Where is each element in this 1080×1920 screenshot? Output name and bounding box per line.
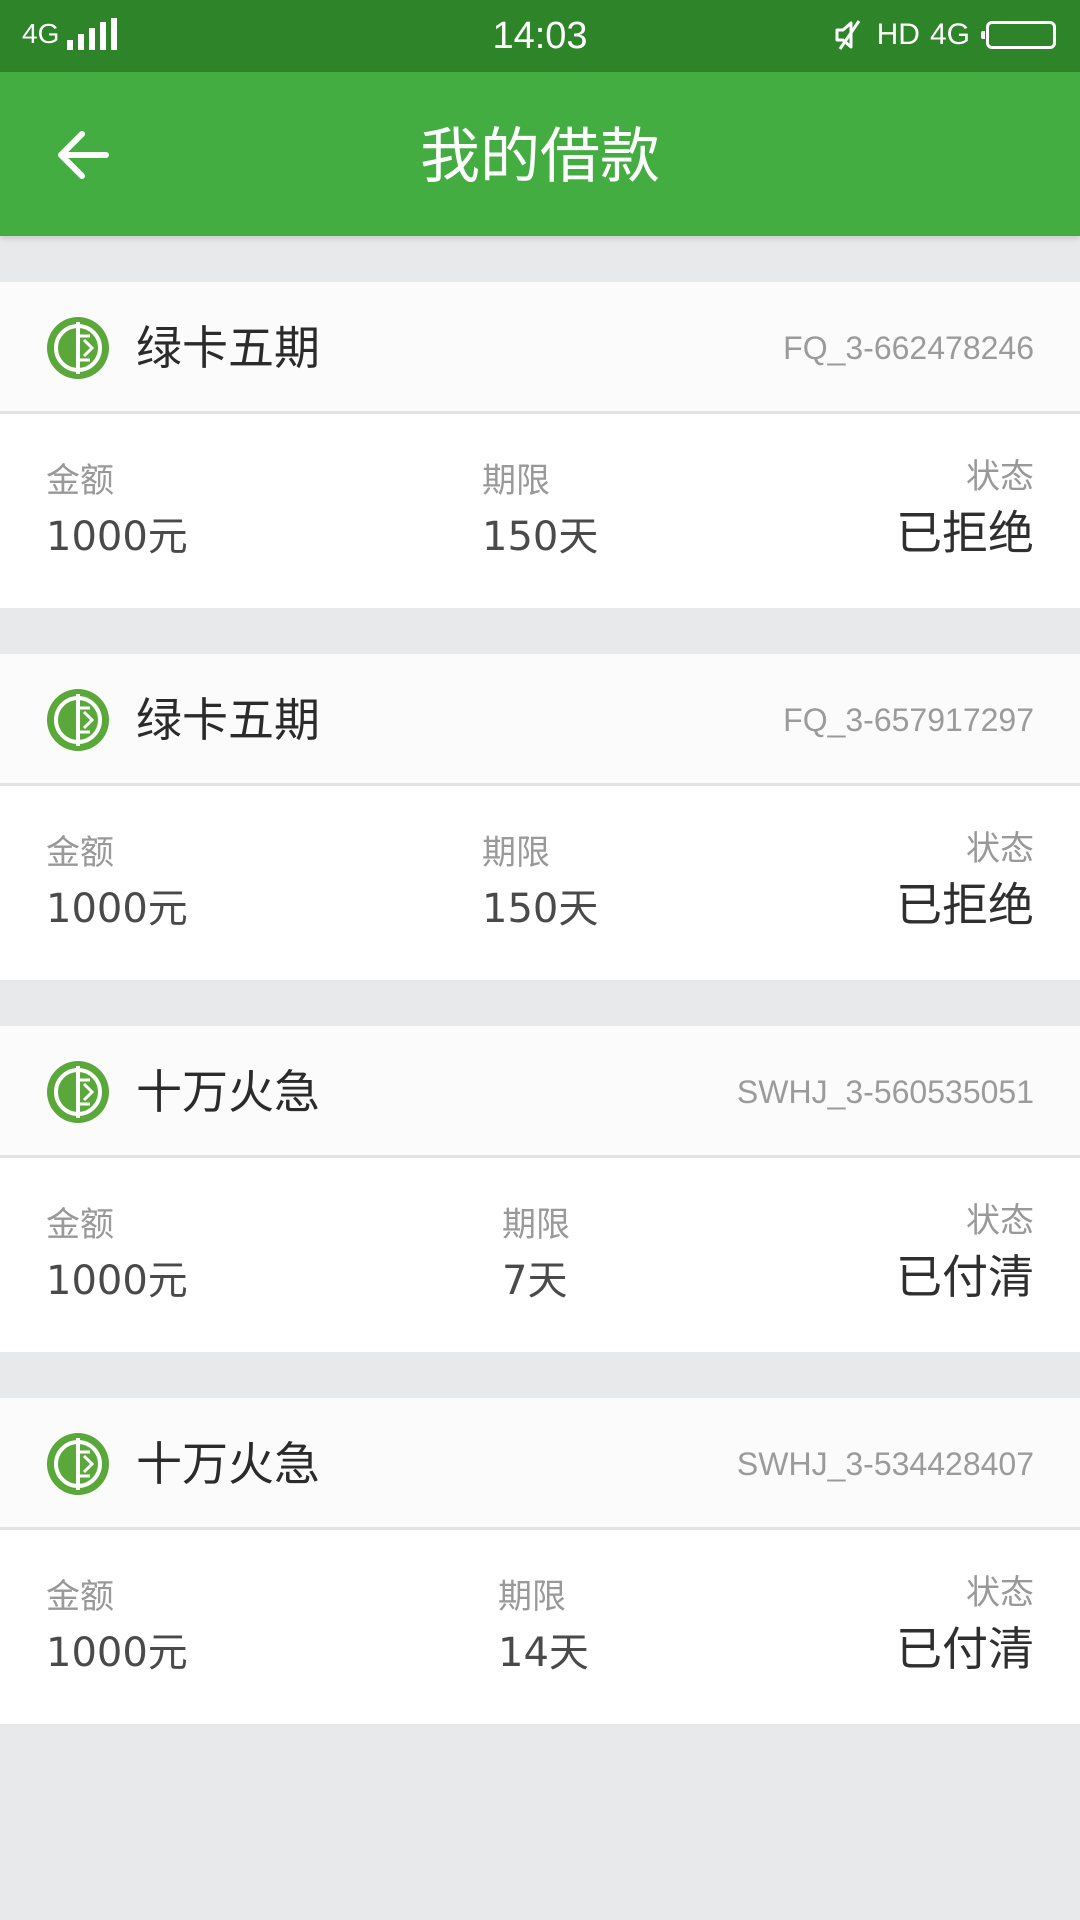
term-label: 期限 xyxy=(482,461,550,501)
product-logo-icon xyxy=(44,1430,112,1498)
term-field: 期限 7天 xyxy=(502,1202,570,1310)
app-bar: 我的借款 xyxy=(0,72,1080,236)
status-field: 状态 已拒绝 xyxy=(896,826,1034,936)
product-name: 十万火急 xyxy=(136,1437,320,1491)
term-field: 期限 14天 xyxy=(498,1574,589,1682)
term-label: 期限 xyxy=(502,1205,570,1245)
loan-list: 绿卡五期 FQ_3-662478246 金额 1000元 期限 150天 状态 … xyxy=(0,282,1080,1770)
loan-card-body: 金额 1000元 期限 7天 状态 已付清 xyxy=(0,1158,1080,1352)
product-name: 十万火急 xyxy=(136,1065,320,1119)
mobile-data-indicator: 4G xyxy=(929,18,970,51)
amount-label: 金额 xyxy=(46,833,114,873)
status-right: HD 4G xyxy=(833,16,1056,54)
order-id: FQ_3-662478246 xyxy=(783,330,1034,366)
status-field: 状态 已拒绝 xyxy=(896,454,1034,564)
loan-card-body: 金额 1000元 期限 150天 状态 已拒绝 xyxy=(0,414,1080,608)
loan-card-header: 绿卡五期 FQ_3-657917297 xyxy=(0,654,1080,786)
status-field: 状态 已付清 xyxy=(896,1198,1034,1308)
amount-value: 1000元 xyxy=(46,886,188,932)
loan-card[interactable]: 十万火急 SWHJ_3-560535051 金额 1000元 期限 7天 状态 … xyxy=(0,1026,1080,1352)
loan-card-header: 十万火急 SWHJ_3-534428407 xyxy=(0,1398,1080,1530)
mute-icon xyxy=(833,18,867,52)
amount-field: 金额 1000元 xyxy=(46,458,188,566)
amount-label: 金额 xyxy=(46,1205,114,1245)
amount-label: 金额 xyxy=(46,1577,114,1617)
term-label: 期限 xyxy=(482,833,550,873)
status-value: 已付清 xyxy=(896,1250,1034,1304)
product-logo-icon xyxy=(44,686,112,754)
term-field: 期限 150天 xyxy=(482,458,598,566)
product-logo-icon xyxy=(44,314,112,382)
amount-field: 金额 1000元 xyxy=(46,1574,188,1682)
status-label: 状态 xyxy=(966,1573,1034,1613)
amount-label: 金额 xyxy=(46,461,114,501)
term-value: 7天 xyxy=(502,1258,568,1304)
term-field: 期限 150天 xyxy=(482,830,598,938)
term-value: 150天 xyxy=(482,514,599,560)
status-label: 状态 xyxy=(966,457,1034,497)
amount-field: 金额 1000元 xyxy=(46,830,188,938)
order-id: SWHJ_3-560535051 xyxy=(736,1074,1034,1110)
status-label: 状态 xyxy=(966,1201,1034,1241)
status-value: 已拒绝 xyxy=(896,506,1034,560)
status-value: 已拒绝 xyxy=(896,878,1034,932)
amount-value: 1000元 xyxy=(46,1258,188,1304)
status-bar: 4G 14:03 HD 4G xyxy=(0,0,1080,72)
status-value: 已付清 xyxy=(896,1622,1034,1676)
loan-card-header: 绿卡五期 FQ_3-662478246 xyxy=(0,282,1080,414)
amount-field: 金额 1000元 xyxy=(46,1202,188,1310)
product-logo-icon xyxy=(44,1058,112,1126)
term-value: 150天 xyxy=(482,886,599,932)
status-field: 状态 已付清 xyxy=(896,1570,1034,1680)
loan-card[interactable]: 绿卡五期 FQ_3-657917297 金额 1000元 期限 150天 状态 … xyxy=(0,654,1080,980)
loan-card-header: 十万火急 SWHJ_3-560535051 xyxy=(0,1026,1080,1158)
amount-value: 1000元 xyxy=(46,514,188,560)
amount-value: 1000元 xyxy=(46,1630,188,1676)
status-label: 状态 xyxy=(966,829,1034,869)
page-title: 我的借款 xyxy=(420,122,660,192)
order-id: FQ_3-657917297 xyxy=(783,702,1034,738)
product-name: 绿卡五期 xyxy=(136,693,320,747)
term-label: 期限 xyxy=(498,1577,566,1617)
order-id: SWHJ_3-534428407 xyxy=(736,1446,1034,1482)
loan-card-body: 金额 1000元 期限 14天 状态 已付清 xyxy=(0,1530,1080,1724)
term-value: 14天 xyxy=(498,1630,589,1676)
product-name: 绿卡五期 xyxy=(136,321,320,375)
loan-card[interactable]: 十万火急 SWHJ_3-534428407 金额 1000元 期限 14天 状态… xyxy=(0,1398,1080,1724)
battery-icon xyxy=(981,21,1056,49)
loan-card[interactable]: 绿卡五期 FQ_3-662478246 金额 1000元 期限 150天 状态 … xyxy=(0,282,1080,608)
loan-card-body: 金额 1000元 期限 150天 状态 已拒绝 xyxy=(0,786,1080,980)
hd-indicator: HD xyxy=(876,18,920,51)
